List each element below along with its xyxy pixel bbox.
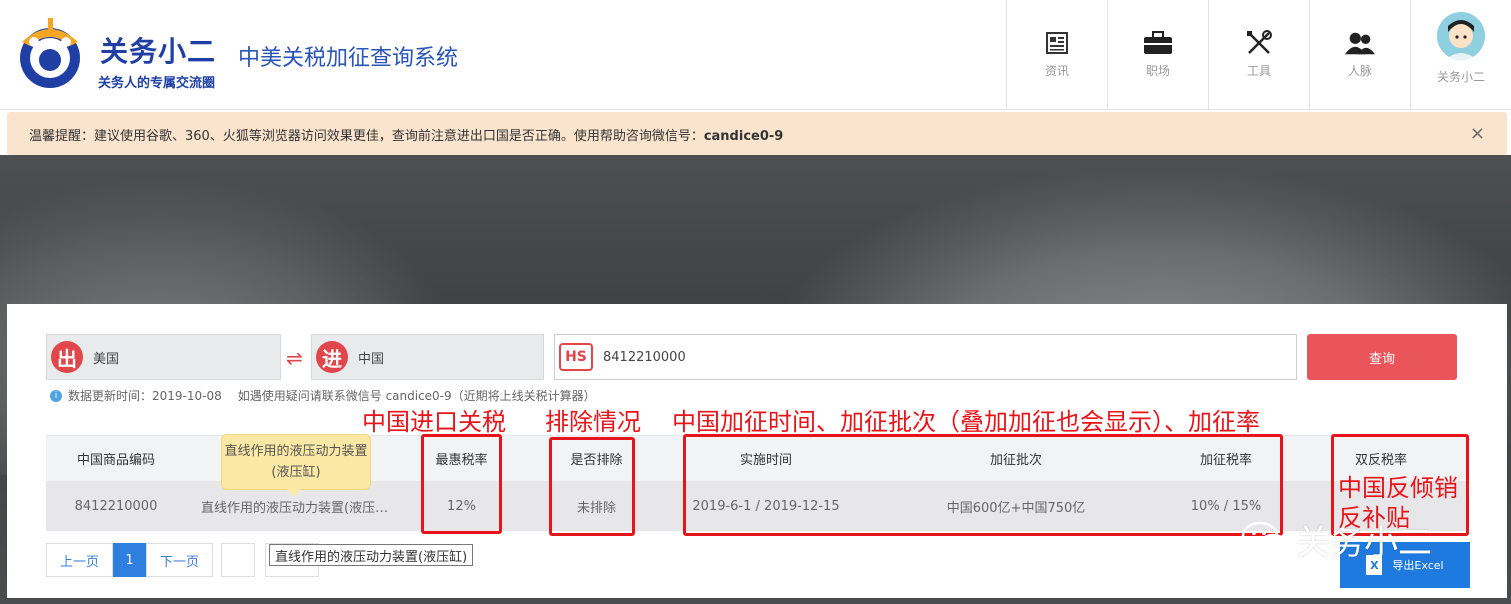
update-time: 数据更新时间：2019-10-08 [68,389,222,403]
people-icon [1345,28,1375,58]
nav-network-label: 人脉 [1347,64,1372,78]
header: 关务小二 关务人的专属交流圈 中美关税加征查询系统 资讯 职场 工具 人脉 关务… [0,0,1511,110]
annotation-box-add-info [683,434,1283,536]
import-badge: 进 [316,341,348,373]
export-country-field[interactable]: 出 美国 [46,334,281,380]
annotation-box-rate [421,434,502,534]
prev-page-button[interactable]: 上一页 [46,543,113,577]
brand-name: 关务小二 [100,35,217,68]
import-country-field[interactable]: 进 中国 [311,334,544,380]
nav-career-label: 职场 [1145,64,1170,78]
info-icon: i [50,389,62,402]
query-button[interactable]: 查询 [1307,334,1457,380]
tools-icon [1244,28,1274,58]
hs-code-input[interactable]: HS 8412210000 [554,334,1297,380]
wechat-icon [1241,521,1289,558]
nav-profile-label: 关务小二 [1436,70,1485,84]
header-code: 中国商品编码 [76,453,155,468]
nav-career[interactable]: 职场 [1107,0,1208,110]
close-icon[interactable]: × [1470,123,1485,144]
swap-icon[interactable]: ⇌ [286,346,303,370]
hs-code-value: 8412210000 [603,349,686,365]
watermark: 关务小二 [1240,515,1432,564]
briefcase-icon [1143,28,1173,58]
pagination: 上一页 1 下一页 [46,543,319,577]
nav-tools-label: 工具 [1246,64,1271,78]
nav-tools[interactable]: 工具 [1208,0,1309,110]
nav-network[interactable]: 人脉 [1309,0,1410,110]
annotation-box-excluded [549,437,635,536]
export-badge: 出 [51,341,83,373]
nav-profile[interactable]: 关务小二 [1410,0,1511,110]
name-hover-tip: 直线作用的液压动力装置(液压缸) [269,544,474,566]
avatar [1437,12,1485,60]
info-row: i 数据更新时间：2019-10-08 如遇使用疑问请联系微信号 candice… [50,387,596,404]
hs-icon: HS [559,343,593,371]
nav-news-label: 资讯 [1044,64,1069,78]
nav-news[interactable]: 资讯 [1006,0,1107,110]
top-nav: 资讯 职场 工具 人脉 关务小二 [1006,0,1511,110]
next-page-button[interactable]: 下一页 [146,543,213,577]
system-title: 中美关税加征查询系统 [238,46,459,71]
notice-text: 温馨提醒：建议使用谷歌、360、火狐等浏览器访问效果更佳，查询前注意进出口国是否… [29,129,704,144]
news-icon [1042,28,1072,58]
watermark-text: 关务小二 [1296,523,1432,563]
import-country-value: 中国 [358,351,385,367]
annotation-import-tax: 中国进口关税 [362,408,506,436]
notice-bar: 温馨提醒：建议使用谷歌、360、火狐等浏览器访问效果更佳，查询前注意进出口国是否… [7,112,1507,155]
brand-slogan: 关务人的专属交流圈 [98,76,216,91]
page-1-button[interactable]: 1 [113,543,146,577]
search-row: 出 美国 ⇌ 进 中国 HS 8412210000 查询 [46,334,1466,380]
page-jump-input[interactable] [221,543,255,577]
name-tooltip: 直线作用的液压动力装置(液压缸) [221,434,371,497]
annotation-add-info: 中国加征时间、加征批次（叠加加征也会显示）、加征率 [672,408,1260,436]
notice-wechat: candice0-9 [703,129,784,144]
logo-icon [20,18,80,88]
export-country-value: 美国 [93,351,120,367]
row-code: 8412210000 [74,498,158,514]
row-name: 直线作用的液压动力装置(液压缸) [201,500,391,516]
annotation-exclusion: 排除情况 [545,408,641,436]
